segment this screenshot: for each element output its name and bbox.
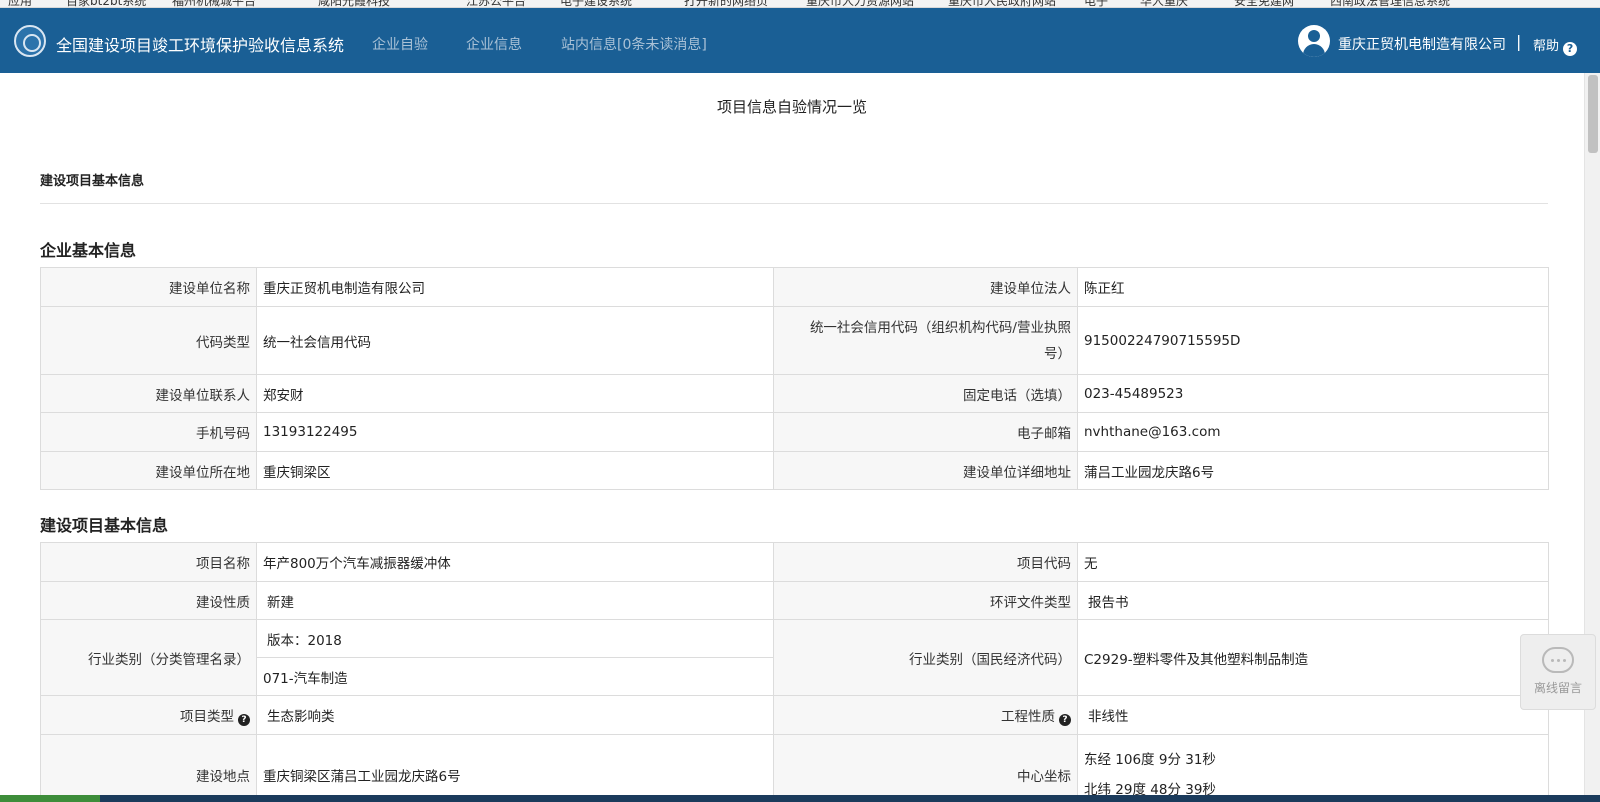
field-value: 统一社会信用代码: [256, 306, 774, 375]
field-label: 建设单位详细地址: [773, 451, 1078, 490]
nav-site-messages[interactable]: 站内信息[0条未读消息]: [561, 34, 707, 54]
bookmark-item[interactable]: 安全免建网: [1234, 0, 1294, 7]
field-value: 91500224790715595D: [1077, 306, 1549, 375]
bookmark-item[interactable]: 福州机械城平台: [172, 0, 256, 7]
field-value: 非线性: [1077, 695, 1549, 735]
field-label-text: 项目类型: [180, 708, 234, 725]
field-value: 年产800万个汽车减振器缓冲体: [256, 542, 774, 582]
leave-message-label: 离线留言: [1533, 681, 1582, 695]
bookmark-item[interactable]: 华人重庆: [1140, 0, 1188, 7]
field-value: 重庆铜梁区蒲吕工业园龙庆路6号: [256, 734, 774, 802]
bookmark-item[interactable]: 电子: [1084, 0, 1108, 7]
table-row: 手机号码 13193122495 电子邮箱 nvhthane@163.com: [40, 412, 1549, 452]
field-label: 工程性质?: [773, 695, 1078, 735]
question-circle-icon: ?: [1563, 42, 1578, 56]
header-separator: |: [1516, 32, 1522, 51]
field-label: 建设地点: [40, 734, 257, 802]
field-value: 蒲吕工业园龙庆路6号: [1077, 451, 1549, 490]
system-title: 全国建设项目竣工环境保护验收信息系统: [56, 36, 345, 55]
field-value: 东经 106度 9分 31秒 北纬 29度 48分 39秒: [1077, 734, 1549, 802]
field-value: 陈正红: [1077, 267, 1549, 307]
question-circle-icon[interactable]: ?: [1059, 713, 1071, 726]
field-value: 重庆正贸机电制造有限公司: [256, 267, 774, 307]
enterprise-section-title: 企业基本信息: [40, 241, 137, 260]
bookmark-item[interactable]: 重庆市人民政府网站: [948, 0, 1056, 7]
table-row: 建设地点 重庆铜梁区蒲吕工业园龙庆路6号 中心坐标 东经 106度 9分 31秒…: [40, 734, 1549, 802]
bookmark-item[interactable]: 应用: [8, 0, 32, 7]
bookmark-item[interactable]: 咸阳光霞科技: [318, 0, 390, 7]
field-label-text: 工程性质: [1001, 708, 1055, 725]
user-avatar-icon[interactable]: [1298, 25, 1330, 57]
nav-self-inspection[interactable]: 企业自验: [372, 34, 428, 54]
field-label: 建设单位所在地: [40, 451, 257, 490]
bookmark-item[interactable]: 江苏公平台: [466, 0, 526, 7]
bookmark-item[interactable]: 打开新的网络页: [684, 0, 768, 7]
field-label: 行业类别（分类管理名录）: [40, 619, 257, 696]
scrollbar-thumb[interactable]: [1588, 75, 1598, 153]
table-row: 建设单位联系人 郑安财 固定电话（选填） 023-45489523: [40, 374, 1549, 413]
field-value: 新建: [256, 581, 774, 620]
field-label: 建设性质: [40, 581, 257, 620]
bookmark-item[interactable]: 重庆市人力资源网站: [806, 0, 914, 7]
table-row: 代码类型 统一社会信用代码 统一社会信用代码（组织机构代码/营业执照号） 915…: [40, 306, 1549, 375]
field-value: 023-45489523: [1077, 374, 1549, 413]
field-label: 行业类别（国民经济代码）: [773, 619, 1078, 696]
field-value: nvhthane@163.com: [1077, 412, 1549, 452]
bookmark-item[interactable]: 百家bt2bt系统: [66, 0, 146, 7]
section-label-basic: 建设项目基本信息: [40, 174, 145, 189]
field-value: 071-汽车制造: [256, 657, 774, 696]
bookmark-item[interactable]: 西南政法管理信息系统: [1330, 0, 1450, 7]
leave-message-button[interactable]: 离线留言: [1520, 634, 1596, 710]
help-link[interactable]: 帮助?: [1533, 35, 1578, 56]
field-label: 统一社会信用代码（组织机构代码/营业执照号）: [773, 306, 1078, 375]
field-value: 重庆铜梁区: [256, 451, 774, 490]
field-value: 生态影响类: [256, 695, 774, 735]
table-row: 项目类型? 生态影响类 工程性质? 非线性: [40, 695, 1549, 735]
table-row: 项目名称 年产800万个汽车减振器缓冲体 项目代码 无: [40, 542, 1549, 582]
field-value: 报告书: [1077, 581, 1549, 620]
field-label: 项目代码: [773, 542, 1078, 582]
field-value: 13193122495: [256, 412, 774, 452]
field-label: 代码类型: [40, 306, 257, 375]
bookmark-item[interactable]: 电子建设系统: [560, 0, 632, 7]
emblem-logo-icon: [14, 25, 46, 57]
nav-enterprise-info[interactable]: 企业信息: [466, 34, 522, 54]
table-row: 建设单位名称 重庆正贸机电制造有限公司 建设单位法人 陈正红: [40, 267, 1549, 307]
page-title: 项目信息自验情况一览: [716, 98, 867, 116]
field-label: 环评文件类型: [773, 581, 1078, 620]
field-label: 手机号码: [40, 412, 257, 452]
field-label: 项目名称: [40, 542, 257, 582]
field-label: 建设单位名称: [40, 267, 257, 307]
project-info-table: 项目名称 年产800万个汽车减振器缓冲体 项目代码 无 建设性质 新建 环评文件…: [40, 542, 1549, 802]
field-value: 无: [1077, 542, 1549, 582]
coord-east: 东经 106度 9分 31秒: [1084, 751, 1216, 768]
start-button[interactable]: [0, 795, 100, 802]
field-label: 项目类型?: [40, 695, 257, 735]
bookmarks-bar: 应用 百家bt2bt系统 福州机械城平台 咸阳光霞科技 江苏公平台 电子建设系统…: [0, 0, 1600, 8]
field-label: 建设单位法人: [773, 267, 1078, 307]
field-label: 中心坐标: [773, 734, 1078, 802]
project-section-title: 建设项目基本信息: [40, 516, 169, 535]
table-row: 建设性质 新建 环评文件类型 报告书: [40, 581, 1549, 620]
field-label: 建设单位联系人: [40, 374, 257, 413]
os-taskbar: [0, 795, 1600, 802]
industry-version: 版本：2018: [256, 619, 774, 658]
question-circle-icon[interactable]: ?: [238, 713, 250, 726]
field-label: 固定电话（选填）: [773, 374, 1078, 413]
chat-bubble-icon: [1542, 647, 1574, 673]
field-value: 郑安财: [256, 374, 774, 413]
divider: [40, 203, 1548, 204]
current-company-name[interactable]: 重庆正贸机电制造有限公司: [1338, 34, 1506, 54]
top-header: 全国建设项目竣工环境保护验收信息系统 企业自验 企业信息 站内信息[0条未读消息…: [0, 8, 1600, 73]
field-label: 电子邮箱: [773, 412, 1078, 452]
help-label: 帮助: [1533, 39, 1560, 54]
table-row: 建设单位所在地 重庆铜梁区 建设单位详细地址 蒲吕工业园龙庆路6号: [40, 451, 1549, 490]
enterprise-info-table: 建设单位名称 重庆正贸机电制造有限公司 建设单位法人 陈正红 代码类型 统一社会…: [40, 267, 1549, 490]
field-value: C2929-塑料零件及其他塑料制品制造: [1077, 619, 1549, 696]
table-row: 行业类别（分类管理名录） 版本：2018 行业类别（国民经济代码） C2929-…: [40, 619, 1549, 696]
